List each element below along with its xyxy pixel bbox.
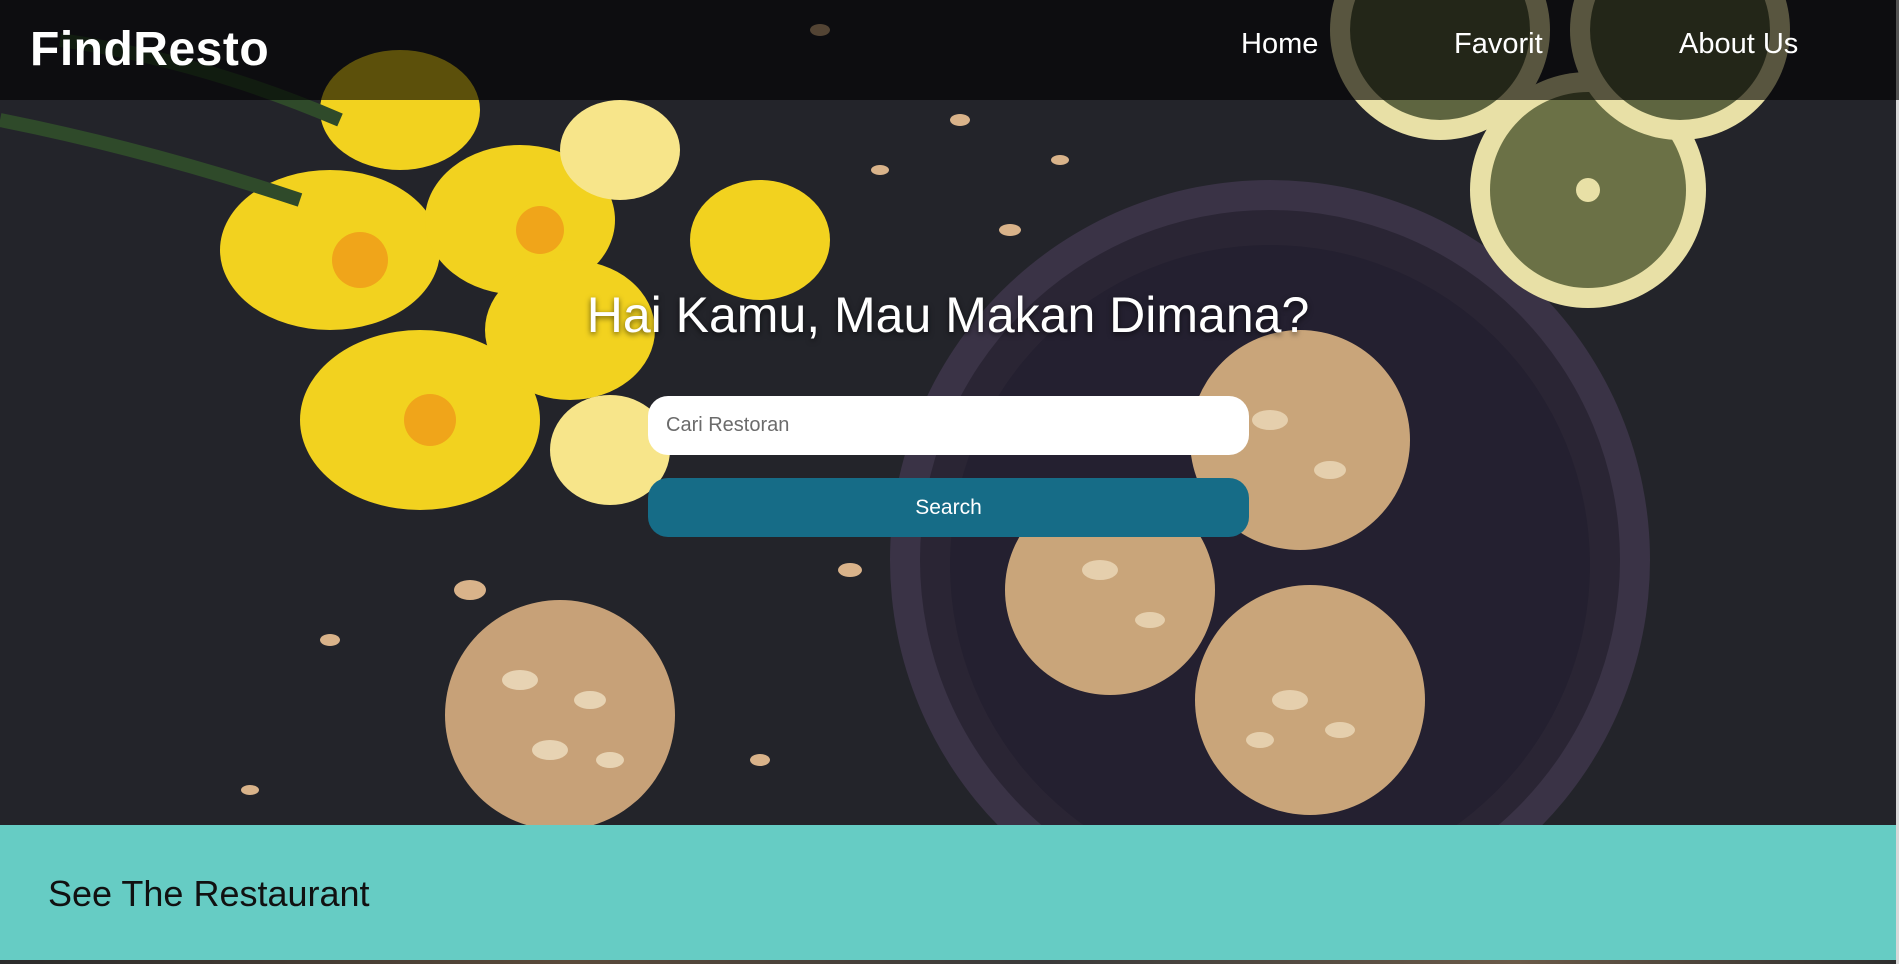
- search-button[interactable]: Search: [648, 478, 1249, 537]
- page: FindResto Home Favorit About Us Hai Kamu…: [0, 0, 1899, 964]
- hero-title: Hai Kamu, Mau Makan Dimana?: [586, 287, 1310, 343]
- restaurant-search-input[interactable]: [648, 396, 1249, 455]
- restaurant-list-preview: [0, 960, 1896, 964]
- section-title: See The Restaurant: [48, 873, 370, 914]
- top-navbar: FindResto Home Favorit About Us: [0, 0, 1899, 100]
- hero-banner: FindResto Home Favorit About Us Hai Kamu…: [0, 0, 1899, 825]
- nav-home-link[interactable]: Home: [1241, 28, 1318, 61]
- nav-favorit-link[interactable]: Favorit: [1454, 28, 1543, 61]
- restaurant-section-header: See The Restaurant: [0, 825, 1896, 964]
- nav-links: Home Favorit About Us: [0, 28, 1899, 68]
- nav-about-us-link[interactable]: About Us: [1679, 28, 1798, 61]
